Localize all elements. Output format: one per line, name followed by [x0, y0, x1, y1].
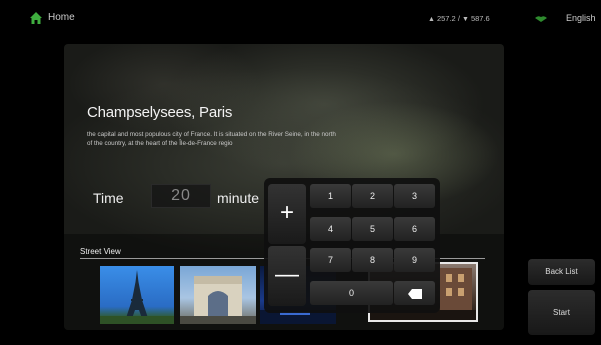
key-1[interactable]: 1 — [310, 184, 351, 208]
street-view-thumbnail-eiffel-tower[interactable] — [100, 266, 174, 324]
place-description: the capital and most populous city of Fr… — [87, 131, 336, 147]
key-6[interactable]: 6 — [394, 217, 435, 241]
top-bar: Home ▲ 257.2 / ▼ 587.6 English — [0, 0, 601, 40]
traffic-separator: / — [457, 14, 460, 23]
key-3[interactable]: 3 — [394, 184, 435, 208]
start-button[interactable]: Start — [528, 290, 595, 335]
place-title: Champselysees, Paris — [87, 104, 233, 121]
key-0[interactable]: 0 — [310, 281, 393, 305]
home-label[interactable]: Home — [48, 12, 75, 23]
street-view-thumbnail-arc-de-triomphe[interactable] — [180, 266, 256, 324]
time-input[interactable]: 20 — [151, 184, 211, 208]
back-list-button[interactable]: Back List — [528, 259, 595, 285]
increase-button[interactable]: + — [268, 184, 306, 244]
home-icon[interactable] — [29, 11, 43, 25]
language-icon — [535, 16, 547, 22]
language-selector[interactable]: English — [566, 13, 596, 23]
decrease-button[interactable]: — — [268, 246, 306, 306]
key-7[interactable]: 7 — [310, 248, 351, 272]
key-4[interactable]: 4 — [310, 217, 351, 241]
key-9[interactable]: 9 — [394, 248, 435, 272]
key-5[interactable]: 5 — [352, 217, 393, 241]
key-8[interactable]: 8 — [352, 248, 393, 272]
backspace-button[interactable] — [394, 281, 435, 305]
traffic-readout: ▲ 257.2 / ▼ 587.6 — [428, 14, 490, 23]
traffic-up-value: 257.2 — [436, 14, 456, 23]
street-view-label: Street View — [80, 247, 121, 256]
time-unit-label: minute — [217, 190, 260, 206]
traffic-down-value: 587.6 — [470, 14, 490, 23]
down-arrow-icon: ▼ — [462, 16, 469, 23]
arc-de-triomphe-icon — [180, 276, 256, 324]
key-2[interactable]: 2 — [352, 184, 393, 208]
time-label: Time — [93, 190, 124, 206]
backspace-icon — [407, 288, 422, 299]
eiffel-tower-icon — [100, 270, 174, 324]
up-arrow-icon: ▲ — [428, 16, 435, 23]
